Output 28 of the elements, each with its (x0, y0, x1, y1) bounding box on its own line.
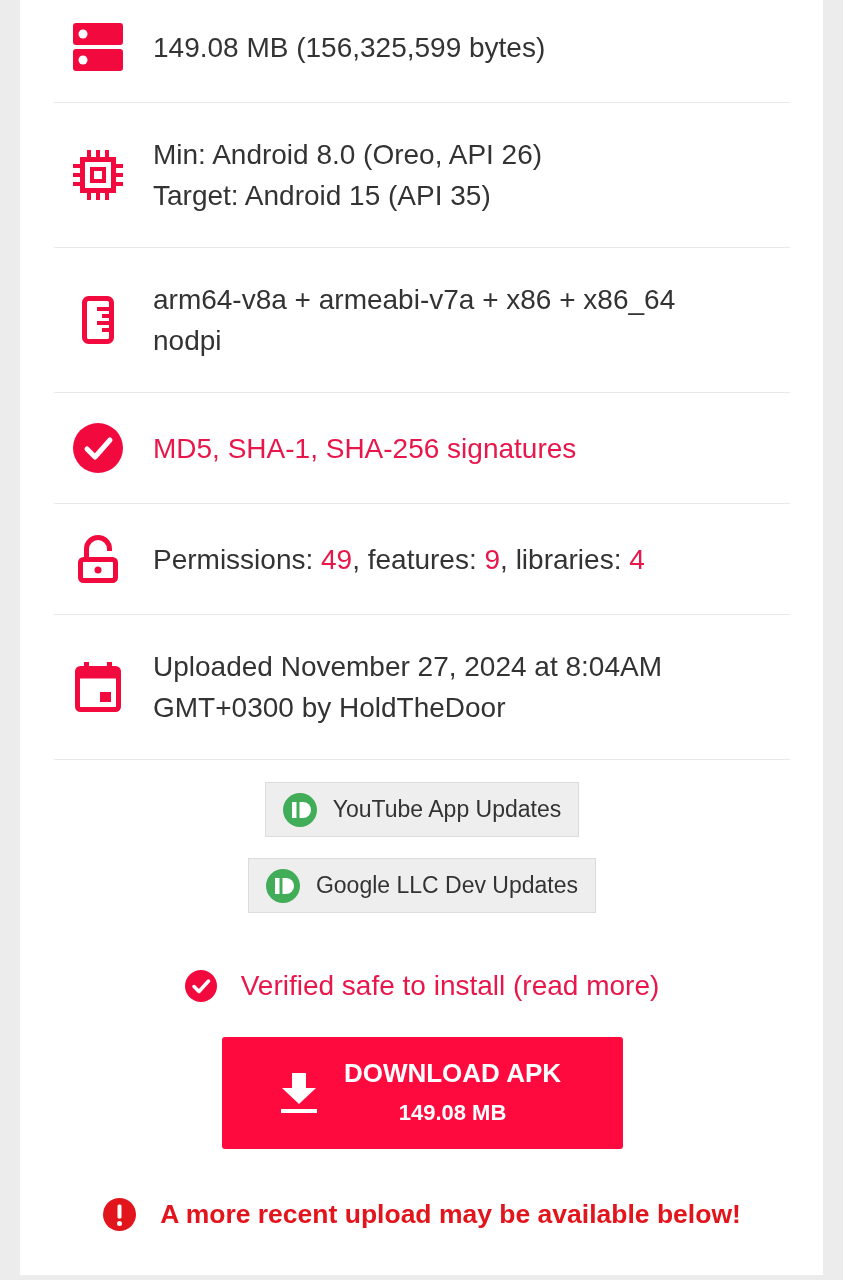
detail-text: GMT+0300 by HoldTheDoor (153, 691, 507, 725)
logo-icon (282, 792, 317, 827)
detail-text: Target: Android 15 (API 35) (153, 179, 492, 213)
detail-text: Uploaded November 27, 2024 at 8:04AM (153, 650, 662, 684)
count-link[interactable]: 49 (321, 543, 353, 575)
detail-text: nodpi (153, 324, 223, 358)
download-button[interactable]: DOWNLOAD APK 149.08 MB (221, 1037, 623, 1149)
alert-icon (103, 1197, 137, 1231)
server-icon (73, 23, 123, 71)
detail-text: arm64-v8a + armeabi-v7a + x86 + x86_64 (153, 283, 676, 317)
padlock-icon (78, 535, 118, 583)
chip-icon (73, 150, 123, 200)
count-link[interactable]: 9 (484, 543, 501, 575)
counts-text: Permissions: 49, features: 9, libraries: 4 (153, 542, 645, 577)
count-link[interactable]: 4 (629, 543, 645, 575)
ruler-icon (82, 296, 114, 344)
check-circle-icon (184, 970, 217, 1002)
calendar-icon (75, 662, 121, 712)
logo-icon (265, 868, 300, 903)
detail-link[interactable]: MD5, SHA-1, SHA-256 signatures (153, 427, 577, 469)
check-circle-icon (73, 423, 123, 473)
detail-text: Min: Android 8.0 (Oreo, API 26) (153, 138, 543, 172)
download-icon (280, 1073, 317, 1113)
detail-text: 149.08 MB (156,325,599 bytes) (153, 30, 546, 65)
verified-link[interactable]: Verified safe to install (read more) (240, 966, 660, 1006)
notice-text: A more recent upload may be available below! (160, 1198, 741, 1231)
tag-button[interactable]: YouTube App Updates (264, 782, 580, 837)
tag-button[interactable]: Google LLC Dev Updates (247, 858, 597, 913)
